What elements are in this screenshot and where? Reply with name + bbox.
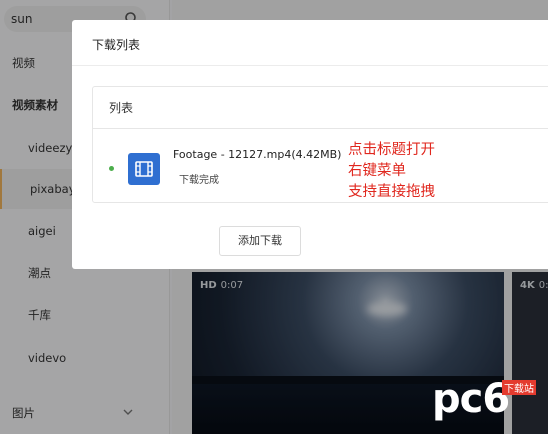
download-list-panel: 列表 Footage - 12127.mp4(4.42MB) 下载完成 点击标题… — [92, 86, 548, 203]
download-list-dialog: 下载列表 列表 Footage - 12127.mp4(4.42MB) 下载完成… — [72, 20, 548, 269]
dialog-title: 下载列表 — [92, 38, 141, 52]
add-download-button[interactable]: 添加下载 — [219, 226, 301, 256]
divider — [72, 65, 548, 66]
annotation-line-1: 点击标题打开 — [348, 142, 435, 158]
status-dot — [109, 166, 114, 171]
annotation-line-3: 支持直接拖拽 — [348, 184, 435, 200]
video-file-icon — [128, 153, 160, 185]
watermark-brand: pc6 — [432, 376, 510, 422]
file-title-link[interactable]: Footage - 12127.mp4(4.42MB) — [173, 148, 341, 161]
panel-title: 列表 — [93, 87, 548, 129]
download-status: 下载完成 — [179, 175, 219, 186]
watermark-sub: 下载站 — [502, 380, 536, 395]
pc6-watermark-logo: pc6 下载站 — [432, 376, 544, 428]
annotation-line-2: 右键菜单 — [348, 163, 406, 179]
